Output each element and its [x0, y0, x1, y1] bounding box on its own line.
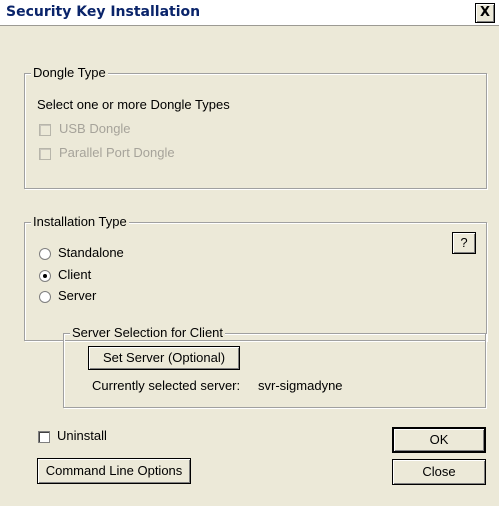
usb-dongle-label: USB Dongle — [59, 121, 131, 136]
title-bar: Security Key Installation X — [0, 0, 499, 26]
close-icon: X — [479, 5, 491, 20]
dongle-type-prompt: Select one or more Dongle Types — [37, 97, 230, 112]
parallel-port-dongle-checkbox[interactable] — [39, 148, 51, 160]
help-icon: ? — [460, 235, 468, 250]
uninstall-checkbox[interactable] — [38, 431, 50, 443]
current-server-value: svr-sigmadyne — [258, 378, 343, 393]
close-window-button[interactable]: X — [475, 3, 495, 23]
dongle-type-legend: Dongle Type — [31, 65, 108, 80]
help-button[interactable]: ? — [452, 232, 476, 254]
parallel-port-dongle-label: Parallel Port Dongle — [59, 145, 175, 160]
server-selection-legend: Server Selection for Client — [70, 325, 226, 340]
standalone-radio[interactable] — [39, 248, 51, 260]
set-server-button-label: Set Server (Optional) — [102, 350, 226, 365]
installation-type-group: Installation Type ? Standalone Client Se… — [24, 214, 487, 341]
client-label: Client — [58, 267, 92, 282]
standalone-label: Standalone — [58, 245, 124, 260]
ok-button[interactable]: OK — [392, 427, 486, 453]
client-radio[interactable] — [39, 270, 51, 282]
dialog-body: Dongle Type Select one or more Dongle Ty… — [0, 26, 499, 506]
command-line-options-button[interactable]: Command Line Options — [37, 458, 191, 484]
command-line-options-label: Command Line Options — [45, 463, 183, 478]
server-selection-group: Server Selection for Client Set Server (… — [63, 325, 486, 408]
window-title: Security Key Installation — [6, 4, 201, 20]
server-radio[interactable] — [39, 291, 51, 303]
close-button-label: Close — [422, 464, 456, 479]
uninstall-label: Uninstall — [57, 428, 107, 443]
dongle-type-group: Dongle Type Select one or more Dongle Ty… — [24, 65, 487, 189]
installation-type-legend: Installation Type — [31, 214, 129, 229]
current-server-label: Currently selected server: — [92, 378, 241, 393]
ok-button-label: OK — [429, 432, 449, 447]
radio-selected-dot — [43, 274, 47, 278]
server-label: Server — [58, 288, 97, 303]
security-key-installation-dialog: Security Key Installation X Dongle Type … — [0, 0, 499, 506]
set-server-button[interactable]: Set Server (Optional) — [88, 346, 240, 370]
close-button[interactable]: Close — [392, 459, 486, 485]
usb-dongle-checkbox[interactable] — [39, 124, 51, 136]
